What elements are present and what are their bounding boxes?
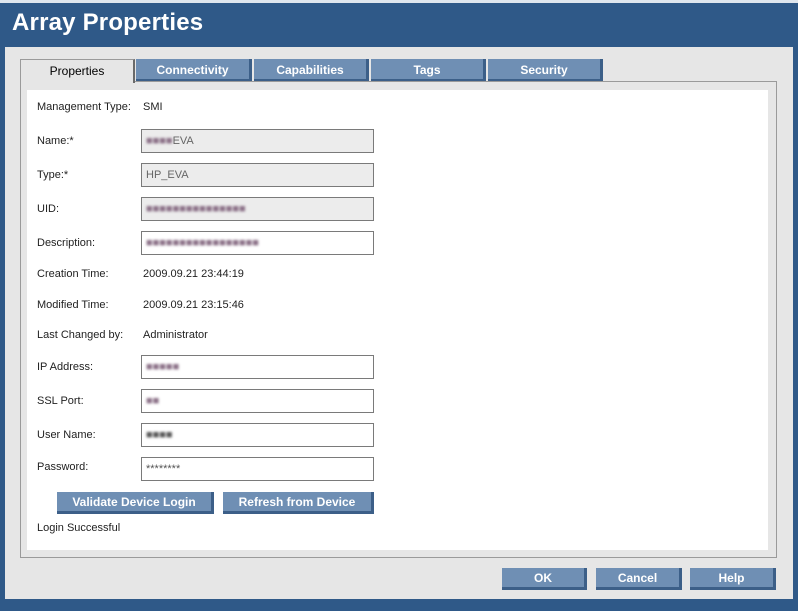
name-field-value: EVA (172, 135, 194, 147)
array-properties-dialog: Array Properties Properties Connectivity… (0, 0, 798, 611)
name-redacted-prefix: ■■■■ (146, 135, 173, 147)
modified-time-label: Modified Time: (37, 299, 109, 311)
uid-field[interactable]: ■■■■■■■■■■■■■■■ (141, 197, 374, 221)
last-changed-by-value: Administrator (143, 329, 208, 341)
validate-device-login-button[interactable]: Validate Device Login (57, 492, 214, 514)
cancel-button[interactable]: Cancel (596, 568, 682, 590)
ssl-port-redacted-value: ■■ (146, 395, 160, 407)
user-name-label: User Name: (37, 429, 96, 441)
uid-label: UID: (37, 203, 59, 215)
uid-redacted-value: ■■■■■■■■■■■■■■■ (146, 203, 246, 215)
modified-time-value: 2009.09.21 23:15:46 (143, 299, 244, 311)
description-redacted-value: ■■■■■■■■■■■■■■■■■ (146, 237, 259, 249)
login-status-message: Login Successful (37, 522, 121, 534)
management-type-label: Management Type: (37, 101, 131, 113)
tab-security[interactable]: Security (488, 59, 603, 81)
user-name-redacted-value: ■■■■ (146, 429, 173, 441)
creation-time-value: 2009.09.21 23:44:19 (143, 268, 244, 280)
dialog-title: Array Properties (12, 9, 204, 36)
tab-tags[interactable]: Tags (371, 59, 486, 81)
properties-panel (27, 90, 768, 550)
ip-address-label: IP Address: (37, 361, 94, 373)
ip-address-field[interactable]: ■■■■■ (141, 355, 374, 379)
help-button[interactable]: Help (690, 568, 776, 590)
name-field[interactable]: ■■■■EVA (141, 129, 374, 153)
ok-button[interactable]: OK (502, 568, 587, 590)
password-label: Password: (37, 461, 89, 473)
tab-capabilities[interactable]: Capabilities (254, 59, 369, 81)
password-field[interactable]: ******** (141, 457, 374, 481)
management-type-value: SMI (143, 101, 163, 113)
description-field[interactable]: ■■■■■■■■■■■■■■■■■ (141, 231, 374, 255)
description-label: Description: (37, 237, 96, 249)
type-field[interactable]: HP_EVA (141, 163, 374, 187)
type-label: Type:* (37, 169, 69, 181)
ip-address-redacted-value: ■■■■■ (146, 361, 180, 373)
tab-connectivity[interactable]: Connectivity (136, 59, 252, 81)
creation-time-label: Creation Time: (37, 268, 109, 280)
user-name-field[interactable]: ■■■■ (141, 423, 374, 447)
name-label: Name:* (37, 135, 74, 147)
last-changed-by-label: Last Changed by: (37, 329, 124, 341)
tab-properties[interactable]: Properties (20, 59, 135, 83)
refresh-from-device-button[interactable]: Refresh from Device (223, 492, 374, 514)
ssl-port-label: SSL Port: (37, 395, 84, 407)
ssl-port-field[interactable]: ■■ (141, 389, 374, 413)
